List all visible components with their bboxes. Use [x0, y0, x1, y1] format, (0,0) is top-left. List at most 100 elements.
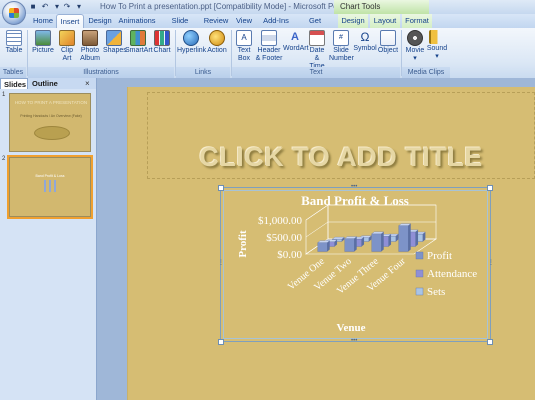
thumb-subtitle: Printing Handouts / An Overview (Fake) [20, 114, 82, 118]
slide-number-icon: # [333, 30, 349, 46]
symbol-button[interactable]: Ω Symbol [353, 30, 377, 53]
title-placeholder[interactable]: CLICK TO ADD TITLE [147, 142, 535, 173]
slide-thumbnail-1[interactable]: HOW TO PRINT A PRESENTATION Printing Han… [9, 93, 91, 152]
y-tick-label: $1,000.00 [258, 215, 303, 227]
object-button[interactable]: Object [377, 30, 399, 55]
thumb-chart-title: Band Profit & Loss [35, 174, 65, 178]
film-reel-icon [407, 30, 423, 46]
y-tick-label: $500.00 [266, 232, 302, 244]
customize-toolbar-icon[interactable]: ▾ [74, 2, 84, 11]
wordart-icon: A [291, 31, 299, 43]
chart-tools-label: Chart Tools [334, 0, 429, 14]
legend-swatch [415, 287, 424, 296]
bar-side [388, 234, 392, 247]
tab-insert[interactable]: Insert [56, 14, 84, 28]
movie-button[interactable]: Movie ▾ [404, 30, 426, 63]
bar [317, 242, 328, 252]
y-tick-label: $0.00 [277, 249, 302, 261]
tab-slide-show[interactable]: Slide Show [162, 14, 198, 39]
bar [344, 238, 355, 252]
clip-art-icon [59, 30, 75, 46]
save-icon[interactable]: ■ [28, 2, 38, 11]
table-icon [6, 30, 22, 46]
tab-animations[interactable]: Animations [116, 14, 158, 28]
chart[interactable]: Band Profit & Loss Profit Venue $1,000.0… [222, 189, 489, 340]
chart-title: Band Profit & Loss [301, 193, 409, 208]
bar-side [408, 223, 411, 252]
legend-label: Profit [427, 250, 452, 262]
plot-area: $1,000.00$500.00$0.00Venue OneVenue TwoV… [258, 204, 437, 297]
smartart-button[interactable]: SmartArt [125, 30, 153, 55]
tab-view[interactable]: View [232, 14, 256, 28]
window-title: How To Print a presentation.ppt [Compati… [100, 2, 369, 11]
sound-dropdown-icon: ▾ [435, 53, 439, 60]
chart-legend: Profit Attendance Sets [415, 250, 477, 298]
movie-dropdown-icon: ▾ [413, 55, 417, 62]
legend-label: Sets [427, 286, 445, 298]
text-box-button[interactable]: A Text Box [233, 30, 255, 63]
thumb-chart [40, 180, 60, 192]
header-footer-icon [261, 30, 277, 46]
tab-review[interactable]: Review [202, 14, 230, 28]
undo-icon[interactable]: ↶ [40, 2, 50, 11]
group-label-links: Links [176, 67, 230, 78]
picture-icon [35, 30, 51, 46]
hyperlink-button[interactable]: Hyperlink [177, 30, 206, 55]
tab-slides[interactable]: Slides [0, 78, 28, 89]
tab-chart-design[interactable]: Design [338, 14, 368, 28]
calendar-icon [309, 30, 325, 46]
legend-label: Attendance [427, 268, 477, 280]
smartart-icon [130, 30, 146, 46]
thumb-oval [34, 126, 70, 140]
object-icon [380, 30, 396, 46]
photo-album-icon [82, 30, 98, 46]
group-label-illustrations: Illustrations [28, 67, 174, 78]
slide-number: 1 [2, 92, 6, 98]
header-footer-button[interactable]: Header & Footer [255, 30, 283, 63]
tab-get-started[interactable]: Get Started [296, 14, 334, 39]
shapes-icon [106, 30, 122, 46]
legend-swatch [415, 251, 424, 260]
y-axis-title: Profit [237, 230, 249, 258]
slide-thumbnail-2[interactable]: Band Profit & Loss [7, 155, 93, 219]
date-time-button[interactable]: Date & Time [306, 30, 328, 71]
x-axis-title: Venue [337, 322, 366, 334]
tab-home[interactable]: Home [28, 14, 58, 28]
globe-icon [183, 30, 199, 46]
tab-design[interactable]: Design [86, 14, 114, 28]
action-star-icon [209, 30, 225, 46]
bar [398, 225, 409, 252]
tab-add-ins[interactable]: Add-Ins [260, 14, 292, 28]
text-box-icon: A [236, 30, 252, 46]
tab-outline[interactable]: Outline [29, 78, 67, 89]
chart-button[interactable]: Chart [151, 30, 173, 55]
ribbon-tabs: Home Insert Design Animations Slide Show… [0, 14, 535, 39]
speaker-icon [429, 30, 445, 44]
group-label-text: Text [232, 67, 400, 78]
gridline [305, 221, 329, 238]
shapes-button[interactable]: Shapes [103, 30, 127, 55]
bar-side [354, 236, 357, 252]
chart-icon [154, 30, 170, 46]
omega-icon: Ω [360, 30, 370, 44]
close-pane-icon[interactable]: × [85, 78, 90, 89]
wordart-button[interactable]: A WordArt [283, 30, 309, 53]
slide-number-button[interactable]: # Slide Number [329, 30, 354, 63]
office-button[interactable] [2, 1, 26, 25]
sound-button[interactable]: Sound ▾ [426, 30, 448, 61]
table-button[interactable]: Table [3, 30, 25, 55]
bar [371, 233, 382, 252]
group-label-tables: Tables [0, 67, 26, 78]
tab-chart-format[interactable]: Format [402, 14, 432, 28]
photo-album-button[interactable]: Photo Album [78, 30, 102, 63]
dropdown-icon[interactable]: ▾ [52, 2, 62, 11]
tab-chart-layout[interactable]: Layout [370, 14, 400, 28]
ribbon: Table Tables Picture Clip Art Photo Albu… [0, 28, 535, 79]
legend-swatch [415, 269, 424, 278]
picture-button[interactable]: Picture [30, 30, 56, 55]
slide-number: 2 [2, 156, 6, 162]
bar-side [415, 229, 419, 247]
clip-art-button[interactable]: Clip Art [56, 30, 78, 63]
action-button[interactable]: Action [205, 30, 229, 55]
redo-icon[interactable]: ↷ [62, 2, 72, 11]
